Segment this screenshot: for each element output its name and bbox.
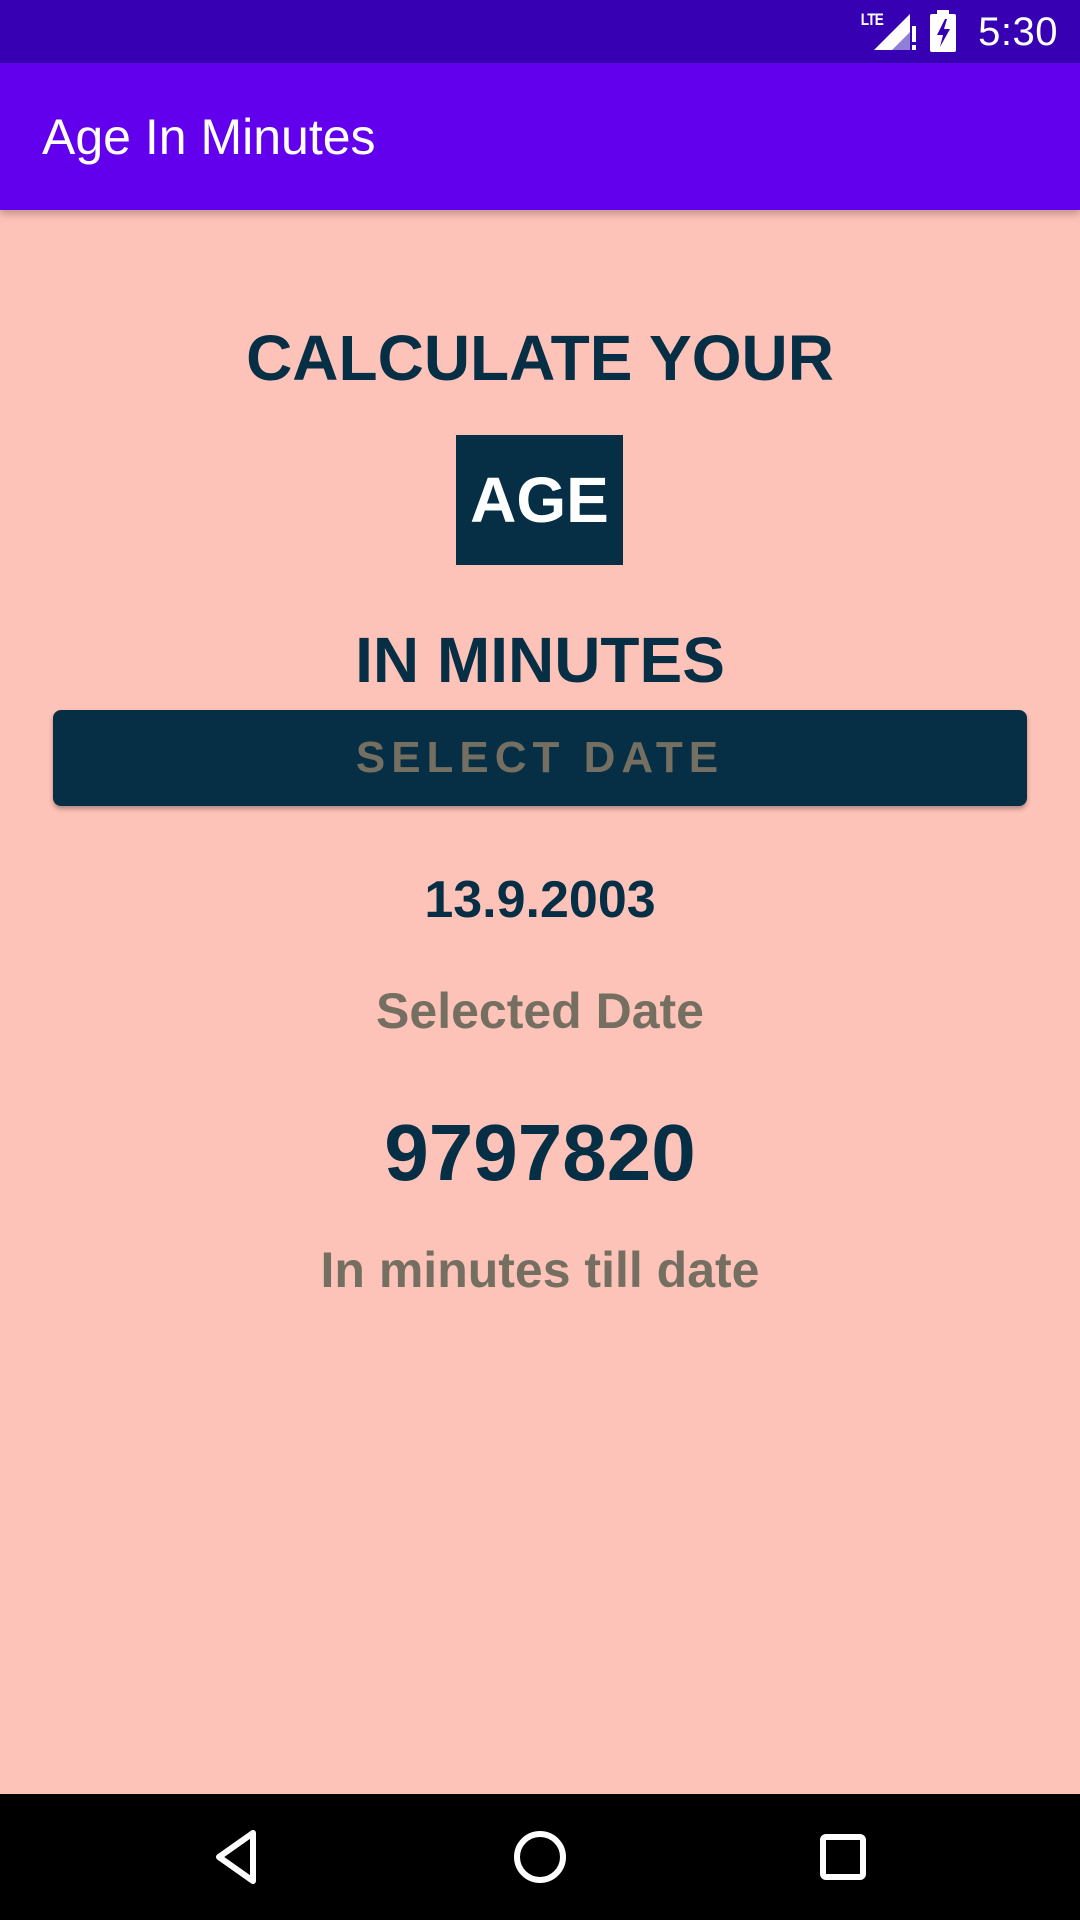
back-icon[interactable]	[207, 1827, 267, 1887]
navigation-bar	[0, 1794, 1080, 1920]
status-bar: LTE 5:30	[0, 0, 1080, 63]
battery-charging-icon	[930, 10, 956, 52]
age-in-minutes-value: 9797820	[384, 1108, 696, 1197]
recents-icon[interactable]	[813, 1827, 873, 1887]
app-bar: Age In Minutes	[0, 63, 1080, 210]
status-time: 5:30	[978, 10, 1058, 54]
heading-in-minutes: IN MINUTES	[355, 624, 725, 696]
signal-icon	[874, 14, 916, 50]
heading-age-highlight: AGE	[456, 435, 623, 565]
home-icon[interactable]	[510, 1827, 570, 1887]
app-title: Age In Minutes	[42, 109, 376, 165]
selected-date-label: Selected Date	[376, 983, 704, 1039]
select-date-button[interactable]: SELECT DATE	[53, 710, 1027, 806]
selected-date-value: 13.9.2003	[424, 871, 656, 929]
main-content: CALCULATE YOUR AGE IN MINUTES SELECT DAT…	[0, 210, 1080, 1794]
age-in-minutes-label: In minutes till date	[320, 1242, 760, 1298]
heading-calculate: CALCULATE YOUR	[246, 322, 834, 394]
